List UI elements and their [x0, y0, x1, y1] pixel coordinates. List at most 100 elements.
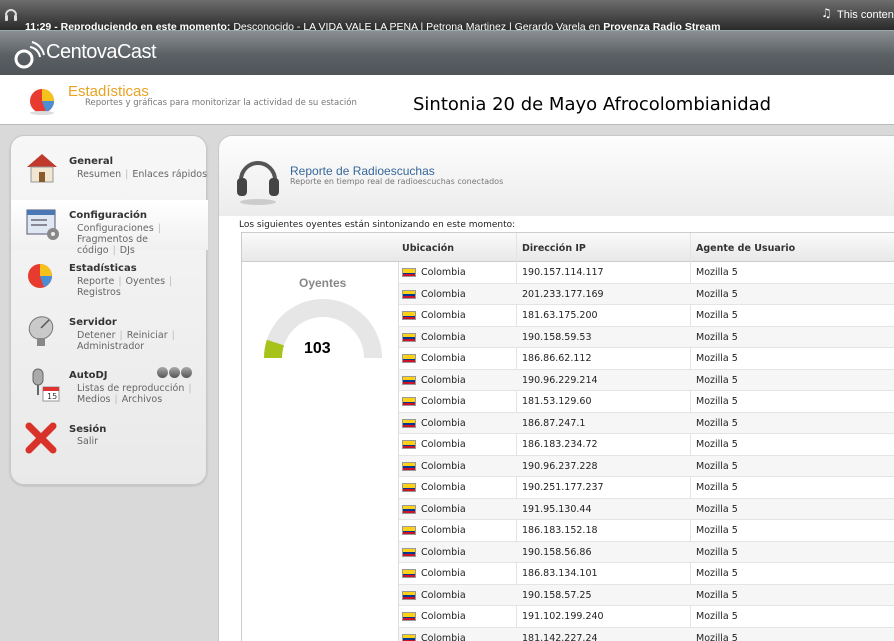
cell-user-agent: Mozilla 5: [696, 310, 738, 321]
table-row: Colombia 190.158.59.53 Mozilla 5: [399, 326, 894, 348]
table-row: Colombia 190.251.177.237 Mozilla 5: [399, 477, 894, 499]
table-row: Colombia 186.87.247.1 Mozilla 5: [399, 412, 894, 434]
link-enlaces-rapidos[interactable]: Enlaces rápidos: [132, 169, 207, 180]
cell-ip: 186.183.152.18: [522, 525, 598, 536]
autodj-play-icon[interactable]: [181, 367, 192, 378]
cell-user-agent: Mozilla 5: [696, 267, 738, 278]
autodj-controls: [157, 367, 193, 381]
link-medios[interactable]: Medios: [77, 394, 110, 405]
cell-ip: 186.86.62.112: [522, 353, 592, 364]
cell-country: Colombia: [421, 460, 466, 472]
link-configuraciones[interactable]: Configuraciones: [77, 223, 154, 234]
cell-user-agent: Mozilla 5: [696, 288, 738, 300]
headphones-icon: [5, 9, 17, 21]
link-salir[interactable]: Salir: [77, 436, 98, 447]
table-row: Colombia 186.183.234.72 Mozilla 5: [399, 434, 894, 456]
headphones-icon: [237, 161, 279, 205]
col-direccion-ip[interactable]: Dirección IP: [522, 243, 586, 254]
colombia-flag-icon: [402, 504, 416, 514]
cell-user-agent: Mozilla 5: [696, 611, 738, 622]
report-header: Reporte de Radioescuchas Reporte en tiem…: [219, 136, 894, 216]
table-row: Colombia 190.96.229.214 Mozilla 5: [399, 369, 894, 391]
cell-country: Colombia: [421, 288, 466, 300]
now-playing-ticker: 11:29 - Reproduciendo en este momento: D…: [0, 0, 894, 33]
table-row: Colombia 190.158.57.25 Mozilla 5: [399, 584, 894, 606]
sidebar-sesion-title[interactable]: Sesión: [69, 424, 106, 435]
listeners-intro: Los siguientes oyentes están sintonizand…: [239, 220, 516, 230]
sidebar-configuracion-links: Configuraciones | Fragmentos de código | DJ…: [77, 223, 161, 256]
report-subtitle: Reporte en tiempo real de radioescuchas …: [290, 177, 504, 186]
link-oyentes[interactable]: Oyentes: [126, 276, 165, 287]
listeners-table: Ubicación Dirección IP Agente de Usuario…: [241, 232, 894, 641]
colombia-flag-icon: [402, 397, 416, 406]
cell-user-agent: Mozilla 5: [696, 632, 738, 641]
sidebar-servidor-links: Detener | Reiniciar | Administrador: [77, 330, 175, 352]
link-reporte[interactable]: Reporte: [77, 276, 114, 287]
pie-chart-icon: [30, 89, 54, 115]
cell-ip: 191.95.130.44: [522, 503, 592, 515]
cell-user-agent: Mozilla 5: [696, 331, 738, 343]
autodj-stop-icon[interactable]: [169, 367, 180, 378]
cell-user-agent: Mozilla 5: [696, 546, 738, 558]
table-row: Colombia 186.86.62.112 Mozilla 5: [399, 348, 894, 370]
colombia-flag-icon: [402, 268, 416, 277]
link-detener[interactable]: Detener: [77, 330, 116, 341]
cell-country: Colombia: [421, 310, 466, 321]
content-notice: This content n: [837, 9, 894, 21]
sidebar: General Resumen | Enlaces rápidos Configur…: [10, 135, 208, 485]
cell-user-agent: Mozilla 5: [696, 568, 738, 579]
colombia-flag-icon: [402, 289, 416, 299]
link-reiniciar[interactable]: Reiniciar: [127, 330, 168, 341]
sidebar-estadisticas-title[interactable]: Estadísticas: [69, 263, 137, 274]
table-row: Colombia 191.102.199.240 Mozilla 5: [399, 606, 894, 628]
cell-country: Colombia: [421, 546, 466, 558]
link-djs[interactable]: DJs: [120, 245, 135, 256]
centovacast-logo-icon[interactable]: [10, 39, 46, 71]
colombia-flag-icon: [402, 440, 416, 449]
logo-text[interactable]: CentovaCast: [46, 41, 157, 64]
cell-ip: 190.158.57.25: [522, 589, 592, 601]
link-listas-reproduccion[interactable]: Listas de reproducción: [77, 383, 184, 394]
cell-country: Colombia: [421, 353, 466, 364]
table-row: Colombia 181.53.129.60 Mozilla 5: [399, 391, 894, 413]
cell-country: Colombia: [421, 525, 466, 536]
sidebar-autodj-title[interactable]: AutoDJ: [69, 370, 108, 381]
cell-ip: 186.183.234.72: [522, 439, 598, 450]
col-agente-usuario[interactable]: Agente de Usuario: [696, 243, 795, 254]
autodj-pause-icon[interactable]: [157, 367, 168, 378]
listener-gauge-panel: Oyentes 103: [244, 262, 399, 641]
app-header: CentovaCast: [0, 30, 894, 75]
table-row: Colombia 190.96.237.228 Mozilla 5: [399, 455, 894, 477]
settings-window-icon: [26, 209, 59, 240]
col-ubicacion[interactable]: Ubicación: [402, 243, 454, 254]
colombia-flag-icon: [402, 461, 416, 471]
table-row: Colombia 186.83.134.101 Mozilla 5: [399, 563, 894, 585]
link-archivos[interactable]: Archivos: [122, 394, 162, 405]
cell-user-agent: Mozilla 5: [696, 589, 738, 601]
report-title: Reporte de Radioescuchas: [290, 164, 435, 178]
colombia-flag-icon: [402, 332, 416, 342]
sidebar-general-title[interactable]: General: [69, 156, 113, 167]
cell-country: Colombia: [421, 611, 466, 622]
colombia-flag-icon: [402, 612, 416, 621]
link-administrador[interactable]: Administrador: [77, 341, 144, 352]
colombia-flag-icon: [402, 375, 416, 385]
gauge-label: Oyentes: [299, 276, 347, 290]
cell-country: Colombia: [421, 568, 466, 579]
cell-user-agent: Mozilla 5: [696, 439, 738, 450]
music-note-icon: ♫: [821, 6, 832, 20]
colombia-flag-icon: [402, 354, 416, 363]
link-resumen[interactable]: Resumen: [77, 169, 121, 180]
link-registros[interactable]: Registros: [77, 287, 121, 298]
cell-ip: 181.142.227.24: [522, 632, 598, 641]
cell-user-agent: Mozilla 5: [696, 525, 738, 536]
sidebar-servidor-title[interactable]: Servidor: [69, 317, 117, 328]
cell-ip: 201.233.177.169: [522, 288, 604, 300]
sidebar-configuracion-title[interactable]: Configuración: [69, 210, 147, 221]
cell-ip: 190.96.229.214: [522, 374, 598, 386]
colombia-flag-icon: [402, 483, 416, 492]
cell-ip: 186.87.247.1: [522, 417, 586, 429]
sidebar-sesion-links: Salir: [77, 436, 98, 447]
table-row: Colombia 181.142.227.24 Mozilla 5: [399, 627, 894, 641]
colombia-flag-icon: [402, 418, 416, 428]
